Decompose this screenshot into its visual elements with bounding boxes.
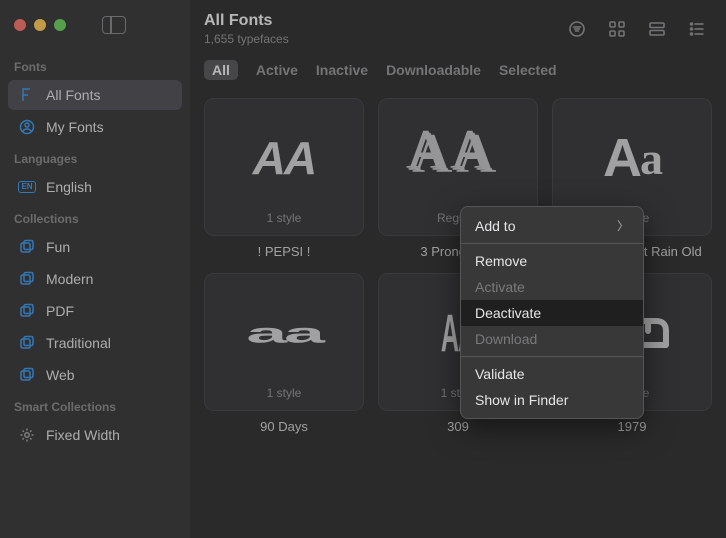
- font-name: 1979: [552, 419, 712, 434]
- sidebar-item-english[interactable]: EN English: [8, 172, 182, 202]
- language-en-icon: EN: [18, 178, 36, 196]
- collection-icon: [18, 302, 36, 320]
- sidebar-item-web[interactable]: Web: [8, 360, 182, 390]
- ctx-activate: Activate: [461, 274, 643, 300]
- filter-downloadable[interactable]: Downloadable: [386, 62, 481, 78]
- ctx-validate[interactable]: Validate: [461, 361, 643, 387]
- sidebar-toggle-icon[interactable]: [102, 16, 126, 34]
- filter-inactive[interactable]: Inactive: [316, 62, 368, 78]
- ctx-item-label: Show in Finder: [475, 392, 568, 408]
- context-menu: Add to 〉 Remove Activate Deactivate Down…: [460, 206, 644, 419]
- sidebar-section-languages: Languages: [0, 144, 190, 170]
- sidebar-item-label: Web: [46, 367, 75, 383]
- person-circle-icon: [18, 118, 36, 136]
- sidebar-item-fixed-width[interactable]: Fixed Width: [8, 420, 182, 450]
- font-preview: AA: [215, 109, 353, 207]
- font-name: ! PEPSI !: [204, 244, 364, 259]
- ctx-item-label: Validate: [475, 366, 525, 382]
- ctx-remove[interactable]: Remove: [461, 248, 643, 274]
- ctx-item-label: Add to: [475, 218, 515, 234]
- grid-view-icon[interactable]: [602, 17, 632, 41]
- font-name: 90 Days: [204, 419, 364, 434]
- ctx-add-to[interactable]: Add to 〉: [461, 212, 643, 239]
- sidebar-item-label: Fun: [46, 239, 70, 255]
- ctx-separator: [461, 356, 643, 357]
- sidebar-item-label: English: [46, 179, 92, 195]
- page-title: All Fonts: [204, 12, 550, 30]
- sidebar-item-label: Fixed Width: [46, 427, 120, 443]
- filter-all[interactable]: All: [204, 60, 238, 80]
- sidebar-item-pdf[interactable]: PDF: [8, 296, 182, 326]
- collection-icon: [18, 334, 36, 352]
- ctx-deactivate[interactable]: Deactivate: [461, 300, 643, 326]
- font-f-icon: [18, 86, 36, 104]
- sidebar-item-traditional[interactable]: Traditional: [8, 328, 182, 358]
- sidebar-item-fun[interactable]: Fun: [8, 232, 182, 262]
- window-controls: [0, 8, 190, 52]
- ctx-item-label: Download: [475, 331, 537, 347]
- ctx-item-label: Remove: [475, 253, 527, 269]
- fullscreen-window-button[interactable]: [54, 19, 66, 31]
- font-card[interactable]: AA 1 style: [204, 98, 364, 236]
- font-name: 309: [378, 419, 538, 434]
- ctx-separator: [461, 243, 643, 244]
- rows-view-icon[interactable]: [642, 17, 672, 41]
- font-styles: 1 style: [267, 211, 302, 225]
- minimize-window-button[interactable]: [34, 19, 46, 31]
- sidebar-section-smart: Smart Collections: [0, 392, 190, 418]
- sidebar-item-label: My Fonts: [46, 119, 104, 135]
- sidebar-item-all-fonts[interactable]: All Fonts: [8, 80, 182, 110]
- font-preview: aa: [190, 304, 394, 363]
- sidebar-section-fonts: Fonts: [0, 52, 190, 78]
- filter-bar: All Active Inactive Downloadable Selecte…: [190, 56, 726, 90]
- toolbar: All Fonts 1,655 typefaces: [190, 0, 726, 56]
- main-content: All Fonts 1,655 typefaces All Active Ina…: [190, 0, 726, 538]
- close-window-button[interactable]: [14, 19, 26, 31]
- font-preview: AAA AAA: [389, 109, 527, 207]
- collection-icon: [18, 270, 36, 288]
- collection-icon: [18, 238, 36, 256]
- chevron-right-icon: 〉: [617, 217, 629, 234]
- sidebar-section-collections: Collections: [0, 204, 190, 230]
- font-preview: Aa: [563, 109, 701, 207]
- filter-active[interactable]: Active: [256, 62, 298, 78]
- collection-icon: [18, 366, 36, 384]
- sidebar-item-label: PDF: [46, 303, 74, 319]
- ctx-item-label: Deactivate: [475, 305, 541, 321]
- sidebar: Fonts All Fonts My Fonts Languages EN En…: [0, 0, 190, 538]
- sidebar-item-label: All Fonts: [46, 87, 100, 103]
- list-view-icon[interactable]: [682, 17, 712, 41]
- gear-icon: [18, 426, 36, 444]
- ctx-item-label: Activate: [475, 279, 525, 295]
- ctx-show-in-finder[interactable]: Show in Finder: [461, 387, 643, 413]
- sidebar-item-modern[interactable]: Modern: [8, 264, 182, 294]
- page-subtitle: 1,655 typefaces: [204, 32, 550, 46]
- sidebar-item-my-fonts[interactable]: My Fonts: [8, 112, 182, 142]
- filter-selected[interactable]: Selected: [499, 62, 557, 78]
- font-card[interactable]: aa 1 style: [204, 273, 364, 411]
- sidebar-item-label: Modern: [46, 271, 93, 287]
- ctx-download: Download: [461, 326, 643, 352]
- font-styles: 1 style: [267, 386, 302, 400]
- filter-circle-icon[interactable]: [562, 17, 592, 41]
- sidebar-item-label: Traditional: [46, 335, 111, 351]
